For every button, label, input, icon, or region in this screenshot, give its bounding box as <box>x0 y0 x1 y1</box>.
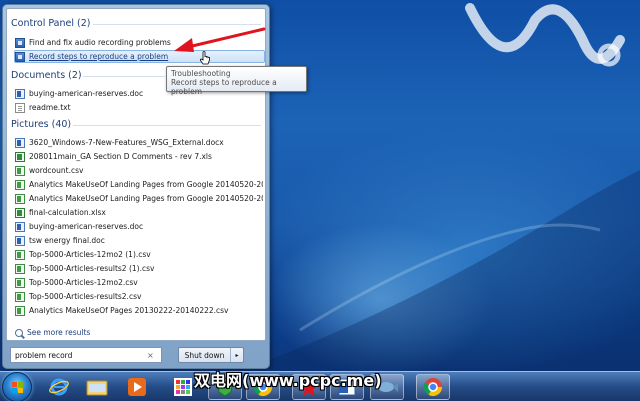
result-item-label: Record steps to reproduce a problem <box>29 52 169 61</box>
start-menu: Control Panel (2) Find and fix audio rec… <box>2 4 270 369</box>
search-input[interactable] <box>15 350 145 360</box>
divider <box>73 125 261 126</box>
csv-icon <box>15 179 25 190</box>
result-item-file[interactable]: wordcount.csv <box>15 164 263 177</box>
group-header-documents[interactable]: Documents (2) <box>11 70 82 81</box>
csv-icon <box>15 305 25 316</box>
windows-logo-icon <box>12 382 24 394</box>
annotation-arrow-icon <box>174 27 266 52</box>
grid-app-icon <box>174 378 192 396</box>
result-item-file[interactable]: Analytics MakeUseOf Landing Pages from G… <box>15 178 263 191</box>
result-item-file[interactable]: Top-5000-Articles-results2.csv <box>15 290 263 303</box>
result-item-label: 208011main_GA Section D Comments - rev 7… <box>29 152 212 161</box>
word-doc-icon <box>15 137 25 148</box>
shutdown-button-group: Shut down ▸ <box>178 347 244 363</box>
clear-search-icon[interactable]: × <box>147 351 154 360</box>
group-header-pictures[interactable]: Pictures (40) <box>11 119 71 130</box>
word-doc-icon <box>15 88 25 99</box>
csv-icon <box>15 277 25 288</box>
search-icon <box>15 328 23 337</box>
group-header-control-panel[interactable]: Control Panel (2) <box>11 18 90 29</box>
csv-icon <box>15 263 25 274</box>
result-item-label: Top-5000-Articles-results2.csv <box>29 292 142 301</box>
result-item-file[interactable]: buying-american-reserves.doc <box>15 220 263 233</box>
result-item-file[interactable]: tsw energy final.doc <box>15 234 263 247</box>
control-panel-icon <box>15 51 25 62</box>
word-doc-icon <box>15 235 25 246</box>
csv-icon <box>15 249 25 260</box>
hand-cursor-icon <box>199 51 210 65</box>
result-item-document[interactable]: readme.txt <box>15 101 263 114</box>
media-player-icon <box>128 378 146 396</box>
result-item-label: wordcount.csv <box>29 166 84 175</box>
result-item-label: buying-american-reserves.doc <box>29 222 144 231</box>
taskbar-file-explorer[interactable] <box>80 374 114 400</box>
text-file-icon <box>15 102 25 113</box>
folder-icon <box>86 380 108 396</box>
result-item-label: tsw energy final.doc <box>29 236 105 245</box>
result-item-file[interactable]: 208011main_GA Section D Comments - rev 7… <box>15 150 263 163</box>
csv-icon <box>15 165 25 176</box>
ie-icon <box>49 378 69 396</box>
taskbar-chrome-active[interactable] <box>416 374 450 400</box>
watermark-text: 双电网(www.pcpc.me) <box>194 371 382 390</box>
result-item-file[interactable]: final-calculation.xlsx <box>15 206 263 219</box>
result-item-file[interactable]: Analytics MakeUseOf Pages 20130222-20140… <box>15 304 263 317</box>
result-item-file[interactable]: Top-5000-Articles-12mo2 (1).csv <box>15 248 263 261</box>
result-item-file[interactable]: 3620_Windows-7-New-Features_WSG_External… <box>15 136 263 149</box>
divider <box>83 76 165 77</box>
search-box[interactable]: × <box>10 347 162 363</box>
result-item-file[interactable]: Analytics MakeUseOf Landing Pages from G… <box>15 192 263 205</box>
result-item-label: final-calculation.xlsx <box>29 208 106 217</box>
result-item-label: Analytics MakeUseOf Landing Pages from G… <box>29 194 263 203</box>
result-item-label: Analytics MakeUseOf Pages 20130222-20140… <box>29 306 229 315</box>
taskbar-internet-explorer[interactable] <box>42 374 76 400</box>
control-panel-icon <box>15 37 25 48</box>
result-item-file[interactable]: Top-5000-Articles-results2 (1).csv <box>15 262 263 275</box>
tooltip: Troubleshooting Record steps to reproduc… <box>166 66 307 96</box>
result-item-label: Top-5000-Articles-12mo2 (1).csv <box>29 250 151 259</box>
search-results-panel: Control Panel (2) Find and fix audio rec… <box>6 8 266 341</box>
tooltip-description: Record steps to reproduce a problem <box>171 78 277 96</box>
taskbar-media-player[interactable] <box>120 374 154 400</box>
start-button[interactable] <box>2 372 32 401</box>
result-item-file[interactable]: Top-5000-Articles-12mo2.csv <box>15 276 263 289</box>
see-more-results-link[interactable]: See more results <box>15 328 90 337</box>
word-doc-icon <box>15 221 25 232</box>
divider <box>93 24 261 25</box>
excel-icon <box>15 151 25 162</box>
shutdown-button[interactable]: Shut down <box>179 348 231 362</box>
chrome-icon <box>423 378 442 397</box>
result-item-label: buying-american-reserves.doc <box>29 89 144 98</box>
csv-icon <box>15 291 25 302</box>
see-more-label: See more results <box>27 328 91 337</box>
csv-icon <box>15 193 25 204</box>
excel-icon <box>15 207 25 218</box>
result-item-label: Find and fix audio recording problems <box>29 38 171 47</box>
result-item-label: Analytics MakeUseOf Landing Pages from G… <box>29 180 263 189</box>
shutdown-options-arrow-icon[interactable]: ▸ <box>231 348 243 362</box>
result-item-label: 3620_Windows-7-New-Features_WSG_External… <box>29 138 224 147</box>
result-item-label: Top-5000-Articles-12mo2.csv <box>29 278 138 287</box>
result-item-label: Top-5000-Articles-results2 (1).csv <box>29 264 155 273</box>
result-item-label: readme.txt <box>29 103 71 112</box>
tooltip-title: Troubleshooting <box>171 69 231 78</box>
